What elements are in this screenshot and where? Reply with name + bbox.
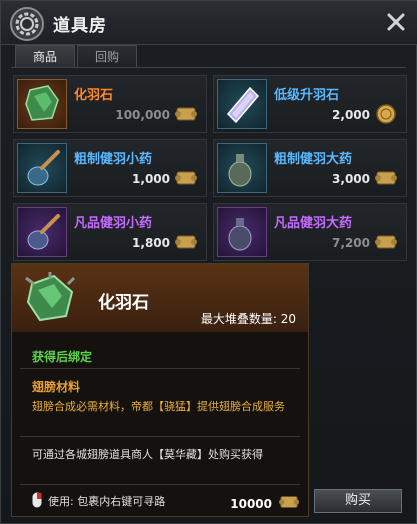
window-header: 道具房 xyxy=(1,1,417,45)
close-icon[interactable] xyxy=(384,10,408,34)
scroll-icon xyxy=(175,107,197,121)
item-price: 2,000 xyxy=(332,108,370,122)
gold-coin-icon xyxy=(376,104,396,124)
shop-item-fanpin-small[interactable]: 凡品健羽小药 1,800 xyxy=(13,203,207,261)
shop-item-cuzhi-small[interactable]: 粗制健羽小药 1,000 xyxy=(13,139,207,197)
scroll-icon xyxy=(375,235,397,249)
item-price: 100,000 xyxy=(115,108,170,122)
tooltip-category: 翅膀材料 xyxy=(32,380,81,394)
tooltip-stack-count: 最大堆叠数量: 20 xyxy=(200,312,296,326)
tooltip-source: 可通过各城翅膀道具商人【莫华藏】处购买获得 xyxy=(32,448,263,461)
tooltip-usage: 使用: 包裹内右键可寻路 xyxy=(48,495,166,508)
tab-bar: 商品 回购 xyxy=(15,45,139,67)
buy-button[interactable]: 购买 xyxy=(314,489,402,513)
item-price: 1,000 xyxy=(132,172,170,186)
divider xyxy=(20,484,300,485)
gear-icon xyxy=(10,7,44,41)
item-price: 7,200 xyxy=(332,236,370,250)
scroll-icon xyxy=(279,496,299,508)
divider xyxy=(20,368,300,369)
tab-goods[interactable]: 商品 xyxy=(15,45,75,67)
item-price: 1,800 xyxy=(132,236,170,250)
item-name: 化羽石 xyxy=(74,88,114,103)
shop-item-fanpin-large[interactable]: 凡品健羽大药 7,200 xyxy=(213,203,407,261)
tooltip-item-name: 化羽石 xyxy=(98,293,149,313)
item-icon-potion xyxy=(217,143,267,193)
tooltip-header: 化羽石 最大堆叠数量: 20 xyxy=(12,264,308,332)
item-shop-window: 道具房 商品 回购 化羽石 100,000 低级升羽石 2,000 粗制健羽小药… xyxy=(0,0,417,524)
tooltip-description: 翅膀合成必需材料，帝都【骁猛】提供翅膀合成服务 xyxy=(32,400,285,413)
tab-buyback[interactable]: 回购 xyxy=(77,45,137,67)
stone-icon xyxy=(25,272,76,322)
shop-item-huayushi[interactable]: 化羽石 100,000 xyxy=(13,75,207,133)
tooltip-price: 10000 xyxy=(230,497,272,511)
item-name: 粗制健羽大药 xyxy=(274,152,353,167)
item-name: 粗制健羽小药 xyxy=(74,152,153,167)
item-icon-potion xyxy=(17,207,67,257)
tooltip-bind-status: 获得后绑定 xyxy=(32,350,93,364)
item-icon-potion xyxy=(17,143,67,193)
item-icon-potion xyxy=(217,207,267,257)
shop-item-cuzhi-large[interactable]: 粗制健羽大药 3,000 xyxy=(213,139,407,197)
shop-item-dijishengyushi[interactable]: 低级升羽石 2,000 xyxy=(213,75,407,133)
item-name: 凡品健羽小药 xyxy=(74,216,153,231)
item-name: 低级升羽石 xyxy=(274,88,340,103)
mouse-icon xyxy=(32,492,42,508)
item-name: 凡品健羽大药 xyxy=(274,216,353,231)
scroll-icon xyxy=(175,235,197,249)
item-icon-crystal xyxy=(217,79,267,129)
divider xyxy=(20,436,300,437)
scroll-icon xyxy=(175,171,197,185)
tab-divider xyxy=(11,67,406,68)
scroll-icon xyxy=(375,171,397,185)
window-title: 道具房 xyxy=(53,16,107,36)
item-icon-stone xyxy=(17,79,67,129)
item-price: 3,000 xyxy=(332,172,370,186)
item-tooltip: 化羽石 最大堆叠数量: 20 获得后绑定 翅膀材料 翅膀合成必需材料，帝都【骁猛… xyxy=(11,263,309,517)
